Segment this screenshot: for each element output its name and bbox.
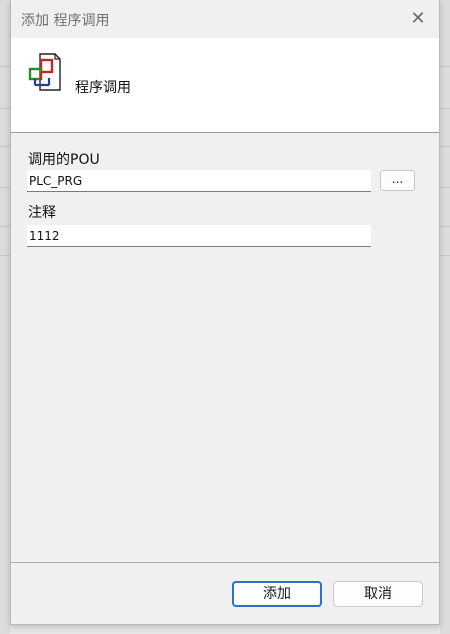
close-button[interactable]: ✕	[407, 8, 429, 30]
header-title: 程序调用	[75, 80, 131, 96]
called-pou-label: 调用的POU	[28, 152, 100, 168]
add-button[interactable]: 添加	[232, 581, 322, 607]
browse-button[interactable]: ...	[380, 170, 415, 191]
title-bar: 添加 程序调用 ✕	[11, 0, 439, 38]
comment-field[interactable]	[27, 225, 371, 247]
cancel-button[interactable]: 取消	[333, 581, 423, 607]
program-call-icon	[28, 53, 61, 91]
background-app-left	[0, 0, 10, 634]
comment-label: 注释	[28, 205, 56, 221]
footer-divider	[11, 562, 439, 563]
add-program-call-dialog: 添加 程序调用 ✕ 程序调用 调用的POU ... 注释 添加 取消	[10, 0, 440, 625]
called-pou-field[interactable]	[27, 170, 371, 192]
window-title: 添加 程序调用	[21, 13, 110, 29]
background-app-right	[440, 0, 450, 634]
close-icon: ✕	[410, 8, 426, 29]
header-panel: 程序调用	[11, 38, 439, 133]
